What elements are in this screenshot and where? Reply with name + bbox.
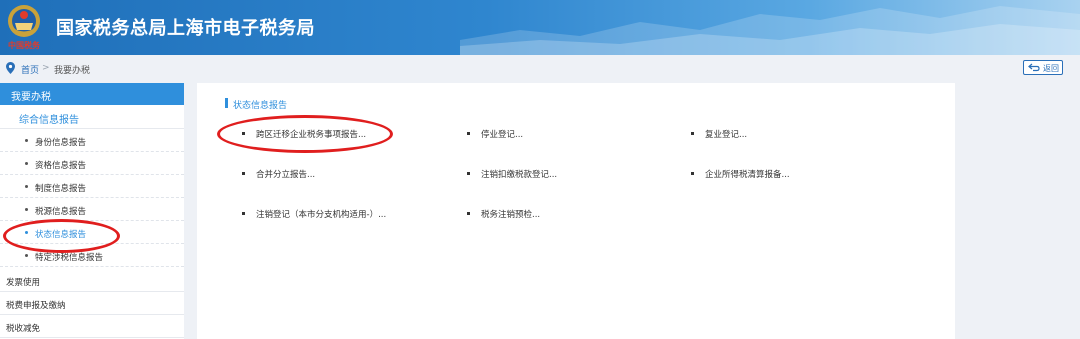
bullet-icon <box>25 185 28 188</box>
bullet-icon <box>25 208 28 211</box>
sidebar-item-label: 制度信息报告 <box>35 184 87 194</box>
sidebar-item-tax-source-report[interactable]: 税源信息报告 <box>0 198 184 221</box>
breadcrumb-current: 我要办税 <box>54 66 91 76</box>
bullet-icon <box>25 162 28 165</box>
item-label: 注销扣缴税款登记... <box>481 170 558 180</box>
bullet-icon <box>25 139 28 142</box>
sidebar-item-label: 税收减免 <box>6 324 41 334</box>
sidebar-item-label: 资格信息报告 <box>35 161 87 171</box>
bullet-icon <box>242 212 245 215</box>
item-label: 复业登记... <box>705 130 748 140</box>
sidebar-item-system-report[interactable]: 制度信息报告 <box>0 175 184 198</box>
great-wall-banner <box>460 6 1080 55</box>
sidebar-item-label: 身份信息报告 <box>35 138 87 148</box>
breadcrumb-separator: > <box>42 63 50 73</box>
bullet-icon <box>691 132 694 135</box>
tax-emblem-icon <box>8 5 40 37</box>
breadcrumb-home-link[interactable]: 首页 <box>21 63 39 76</box>
bullet-icon <box>467 172 470 175</box>
back-button-label: 返回 <box>1043 64 1059 73</box>
emblem-caption: 中国税务 <box>8 41 40 50</box>
sidebar-item-label: 税源信息报告 <box>35 207 87 217</box>
highlight-circle-status-report <box>3 219 120 253</box>
bullet-icon <box>467 212 470 215</box>
item-label: 企业所得税清算报备... <box>705 170 790 180</box>
sidebar-item-tax-filing[interactable]: 税费申报及缴纳 <box>0 292 184 315</box>
bullet-icon <box>25 254 28 257</box>
sidebar-item-tax-relief[interactable]: 税收减免 <box>0 315 184 338</box>
location-pin-icon <box>6 62 15 74</box>
item-label: 注销登记（本市分支机构适用-）... <box>256 210 387 220</box>
sidebar-item-label: 税费申报及缴纳 <box>6 301 66 311</box>
sidebar-group-label: 综合信息报告 <box>19 115 79 126</box>
sidebar-item-identity-report[interactable]: 身份信息报告 <box>0 129 184 152</box>
breadcrumb: 首页 > 我要办税 返回 <box>0 58 1080 80</box>
highlight-circle-migration <box>217 115 393 153</box>
sidebar-group-info-report[interactable]: 综合信息报告 <box>0 105 184 129</box>
site-header: 中国税务 国家税务总局上海市电子税务局 <box>0 0 1080 55</box>
section-title: 状态信息报告 <box>233 101 288 111</box>
bullet-icon <box>467 132 470 135</box>
section-marker <box>225 98 228 108</box>
bullet-icon <box>242 172 245 175</box>
item-label: 税务注销预检... <box>481 210 541 220</box>
sidebar-item-qualification-report[interactable]: 资格信息报告 <box>0 152 184 175</box>
item-label: 合并分立报告... <box>256 170 316 180</box>
sidebar-item-label: 发票使用 <box>6 278 41 288</box>
back-button[interactable]: 返回 <box>1023 60 1063 75</box>
back-arrow-icon <box>1028 63 1040 72</box>
sidebar: 我要办税 综合信息报告 身份信息报告 资格信息报告 制度信息报告 税源信息报告 … <box>0 83 184 339</box>
sidebar-head-my-tax[interactable]: 我要办税 <box>0 83 184 105</box>
bullet-icon <box>691 172 694 175</box>
sidebar-item-invoice-use[interactable]: 发票使用 <box>0 269 184 292</box>
site-title: 国家税务总局上海市电子税务局 <box>56 18 315 39</box>
item-label: 停业登记... <box>481 130 524 140</box>
